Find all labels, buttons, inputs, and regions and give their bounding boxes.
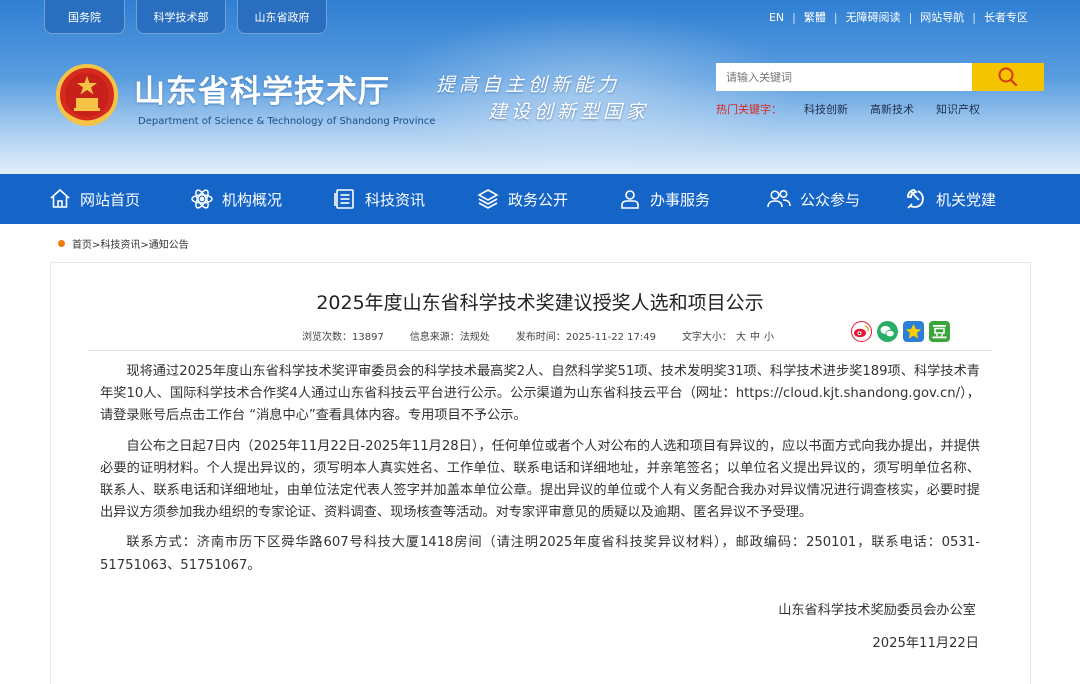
breadcrumb-news[interactable]: >科技资讯 <box>92 236 140 251</box>
search-icon <box>998 67 1018 87</box>
util-accessibility[interactable]: 无障碍阅读 <box>838 9 909 25</box>
wechat-icon <box>877 321 898 342</box>
top-link-state-council[interactable]: 国务院 <box>44 0 125 34</box>
meta-source-value: 法规处 <box>459 332 490 343</box>
news-icon <box>334 189 354 209</box>
breadcrumb-home[interactable]: 首页 <box>72 236 92 251</box>
share-wechat-button[interactable] <box>877 321 898 342</box>
util-traditional[interactable]: 繁體 <box>796 9 834 25</box>
hot-keyword-hitech[interactable]: 高新技术 <box>870 101 914 117</box>
layers-icon <box>477 189 499 209</box>
util-sitemap[interactable]: 网站导航 <box>912 9 972 25</box>
article-paragraph: 现将通过2025年度山东省科学技术奖评审委员会的科学技术最高奖2人、自然科学奖5… <box>100 364 980 424</box>
nav-label: 政务公开 <box>508 190 569 209</box>
douban-icon <box>929 321 950 342</box>
font-size-medium[interactable]: 中 <box>750 332 760 343</box>
hot-keywords-label: 热门关键字： <box>716 103 782 116</box>
nav-item-home[interactable]: 网站首页 <box>48 187 190 211</box>
font-size-small[interactable]: 小 <box>764 332 774 343</box>
search-box <box>716 63 1044 91</box>
home-icon <box>50 188 70 208</box>
site-title[interactable]: 山东省科学技术厅 <box>134 66 390 111</box>
share-bar <box>851 321 950 342</box>
nav-item-gov-affairs[interactable]: 政务公开 <box>476 187 618 211</box>
meta-views-label: 浏览次数： <box>302 332 352 343</box>
atom-icon <box>191 189 213 209</box>
breadcrumb-notices[interactable]: >通知公告 <box>140 236 188 251</box>
meta-time-value: 2025-11-22 17:49 <box>565 332 656 343</box>
weibo-icon <box>851 321 872 342</box>
article-paragraph: 联系方式：济南市历下区舜华路607号科技大厦1418房间（请注明2025年度省科… <box>100 535 980 573</box>
meta-views: 浏览次数：13897 <box>302 328 384 343</box>
nav-item-party[interactable]: 机关党建 <box>904 187 996 211</box>
nav-label: 科技资讯 <box>365 190 426 209</box>
meta-source: 信息来源：法规处 <box>410 328 490 343</box>
article-meta: 浏览次数：13897 信息来源：法规处 发布时间：2025-11-22 17:4… <box>302 328 774 343</box>
meta-source-label: 信息来源： <box>409 332 460 343</box>
share-weibo-button[interactable] <box>851 321 872 342</box>
site-subtitle: Department of Science & Technology of Sh… <box>138 116 436 127</box>
top-link-most[interactable]: 科学技术部 <box>136 0 226 34</box>
nav-label: 办事服务 <box>650 190 711 209</box>
meta-time: 发布时间：2025-11-22 17:49 <box>516 328 656 343</box>
meta-size-label: 文字大小： <box>681 332 732 343</box>
article-body: 现将通过2025年度山东省科学技术奖评审委员会的科学技术最高奖2人、自然科学奖5… <box>100 361 980 585</box>
font-size-large[interactable]: 大 <box>736 332 746 343</box>
share-douban-button[interactable] <box>929 321 950 342</box>
util-elderly[interactable]: 长者专区 <box>976 9 1036 25</box>
top-link-province[interactable]: 山东省政府 <box>237 0 327 34</box>
site-header: 国务院 科学技术部 山东省政府 EN | 繁體 | 无障碍阅读 | 网站导航 | 长者专… <box>0 0 1080 174</box>
util-en[interactable]: EN <box>761 11 792 24</box>
slogan-line-1: 提高自主创新能力 <box>436 74 621 96</box>
search-input[interactable] <box>716 63 972 91</box>
meta-time-label: 发布时间： <box>515 332 566 343</box>
nav-item-services[interactable]: 办事服务 <box>618 187 766 211</box>
hot-keyword-ip[interactable]: 知识产权 <box>936 101 980 117</box>
breadcrumb: 首页 >科技资讯 >通知公告 <box>58 236 189 251</box>
nav-item-about[interactable]: 机构概况 <box>190 187 333 211</box>
signature-org: 山东省科学技术奖励委员会办公室 <box>778 603 976 618</box>
nav-label: 公众参与 <box>800 190 861 209</box>
hot-keywords: 热门关键字： 科技创新 高新技术 知识产权 <box>716 101 980 117</box>
national-emblem-icon <box>56 64 118 126</box>
top-links: 国务院 科学技术部 山东省政府 <box>44 0 327 34</box>
nav-label: 机构概况 <box>222 190 283 209</box>
signature-date: 2025年11月22日 <box>872 636 979 651</box>
share-qzone-button[interactable] <box>903 321 924 342</box>
nav-label: 网站首页 <box>80 190 141 209</box>
nav-item-news[interactable]: 科技资讯 <box>333 187 476 211</box>
article-title: 2025年度山东省科学技术奖建议授奖人选和项目公示 <box>316 292 764 314</box>
qzone-star-icon <box>903 321 924 342</box>
slogan-line-2: 建设创新型国家 <box>488 101 650 123</box>
service-icon <box>621 190 639 209</box>
nav-item-public[interactable]: 公众参与 <box>766 187 904 211</box>
article-paragraph: 自公布之日起7日内（2025年11月22日-2025年11月28日），任何单位或… <box>100 438 980 521</box>
party-icon <box>907 189 924 209</box>
meta-views-value: 13897 <box>352 332 384 343</box>
meta-divider <box>88 350 992 351</box>
utility-bar: EN | 繁體 | 无障碍阅读 | 网站导航 | 长者专区 <box>761 9 1036 25</box>
main-nav: 网站首页 机构概况 科技资讯 政务公开 办事服务 公众参与 机关党建 <box>0 174 1080 224</box>
hot-keyword-innovation[interactable]: 科技创新 <box>804 101 848 117</box>
nav-label: 机关党建 <box>936 190 997 209</box>
meta-font-size: 文字大小： 大中小 <box>682 328 774 343</box>
search-button[interactable] <box>972 63 1044 91</box>
people-icon <box>767 189 791 208</box>
breadcrumb-dot-icon <box>58 240 65 247</box>
